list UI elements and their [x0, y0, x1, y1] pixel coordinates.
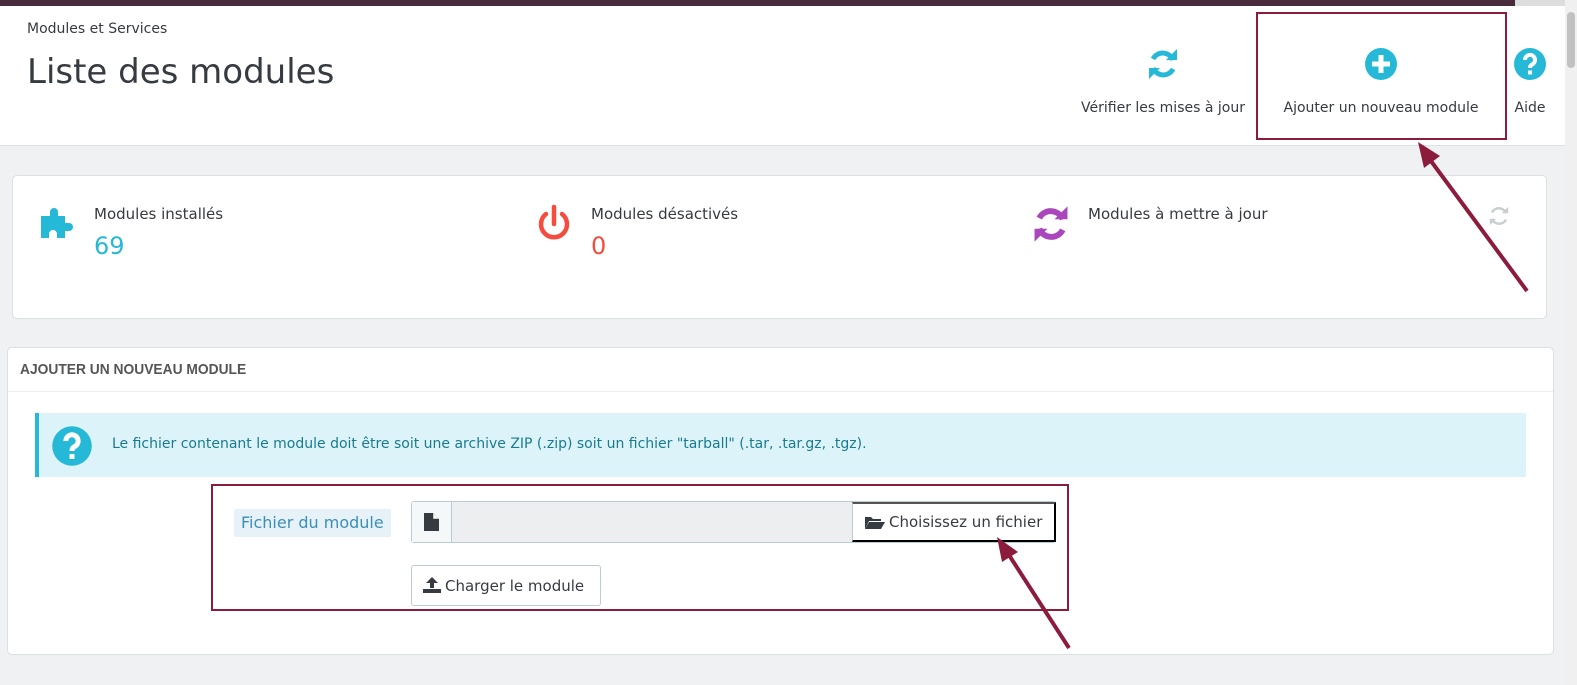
info-alert-text: Le fichier contenant le module doit être… — [112, 436, 867, 452]
check-updates-label: Vérifier les mises à jour — [1081, 100, 1245, 116]
refresh-icon — [1149, 49, 1177, 79]
help-label: Aide — [1514, 100, 1546, 116]
module-stats-panel: Modules installés 69 Modules désactivés … — [12, 175, 1547, 319]
stat-installed-value: 69 — [94, 232, 125, 260]
power-icon — [538, 204, 570, 240]
stat-disabled-value: 0 — [591, 232, 607, 260]
refresh-icon[interactable] — [1487, 204, 1511, 228]
scrollbar-thumb[interactable] — [1567, 12, 1575, 68]
stat-to-update-label: Modules à mettre à jour — [1088, 205, 1268, 223]
stat-installed-label: Modules installés — [94, 205, 224, 223]
question-circle-icon — [1514, 48, 1546, 80]
info-alert: Le fichier contenant le module doit être… — [35, 413, 1526, 477]
help-button[interactable]: Aide — [1508, 12, 1552, 140]
breadcrumb[interactable]: Modules et Services — [27, 21, 167, 37]
page-title: Liste des modules — [27, 52, 335, 92]
panel-heading-text: AJOUTER UN NOUVEAU MODULE — [20, 361, 247, 378]
page-scrollbar[interactable] — [1565, 0, 1577, 685]
question-circle-icon — [52, 426, 92, 466]
stat-disabled-label: Modules désactivés — [591, 205, 739, 223]
upload-field-highlight — [211, 484, 1069, 611]
panel-heading: AJOUTER UN NOUVEAU MODULE — [8, 348, 1553, 392]
check-updates-button[interactable]: Vérifier les mises à jour — [1070, 12, 1256, 140]
puzzle-icon — [41, 208, 73, 238]
add-module-highlight — [1256, 12, 1507, 140]
refresh-icon — [1034, 206, 1068, 242]
